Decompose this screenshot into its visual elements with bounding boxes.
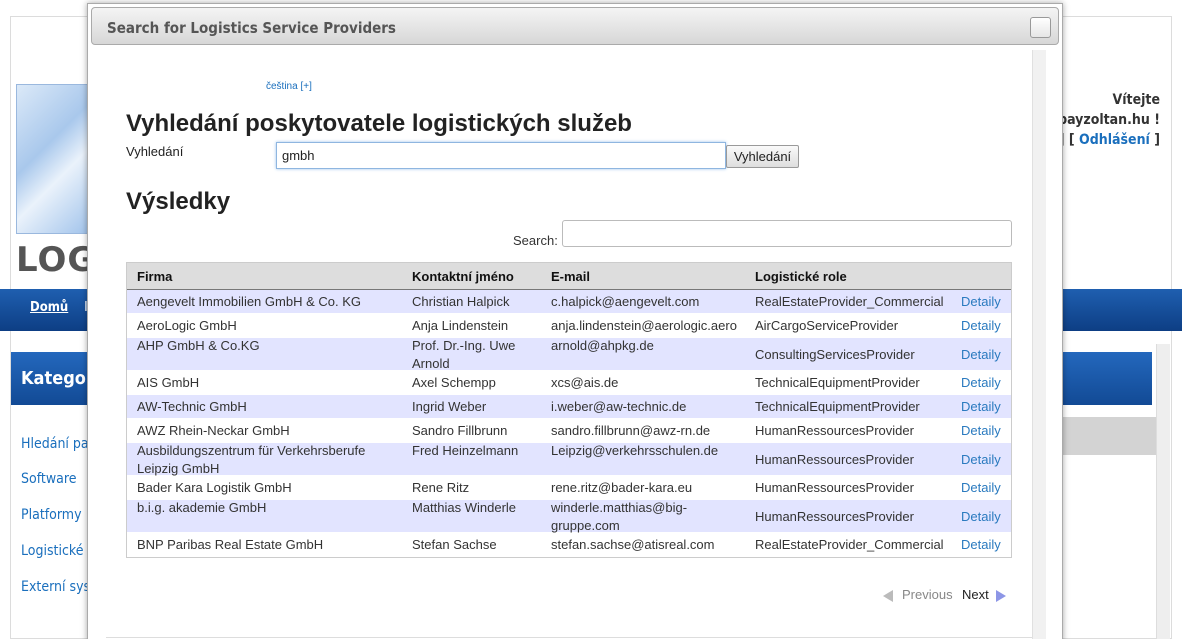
logout-link[interactable]: Odhlášení [1079,132,1150,148]
cell-contact: Prof. Dr.-Ing. Uwe Arnold [412,338,516,371]
sidebar-link[interactable]: Logistické d [21,543,95,559]
cell-email: anja.lindenstein@aerologic.aero [551,318,737,333]
column-header-role[interactable]: Logistické role [755,269,955,284]
cell-email: stefan.sachse@atisreal.com [551,537,715,552]
sidebar-link[interactable]: Platformy [21,507,82,523]
table-row: b.i.g. akademie GmbH Matthias Winderle win… [127,500,1011,533]
cell-role: TechnicalEquipmentProvider [755,399,920,414]
table-header: Firma Kontaktní jméno E-mail Logistické … [127,263,1011,290]
cell-firma: BNP Paribas Real Estate GmbH [137,537,324,552]
cell-role: AirCargoServiceProvider [755,318,899,333]
cell-contact: Anja Lindenstein [412,318,509,333]
divider [106,637,1032,638]
table-search-input[interactable] [562,220,1012,247]
detail-link[interactable]: Detaily [961,508,1001,526]
table-body: Aengevelt Immobilien GmbH & Co. KG Christ… [127,290,1011,557]
cell-role: TechnicalEquipmentProvider [755,375,920,390]
cell-contact: Rene Ritz [412,480,470,495]
search-button[interactable]: Vyhledání [726,145,799,168]
table-row: Ausbildungszentrum für Verkehrsberufe Le… [127,443,1011,476]
cell-firma: Bader Kara Logistik GmbH [137,480,292,495]
cell-email: i.weber@aw-technic.de [551,399,687,414]
table-row: BNP Paribas Real Estate GmbH Stefan Sachs… [127,533,1011,557]
cell-firma: AHP GmbH & Co.KG [137,338,260,353]
cell-firma: AW-Technic GmbH [137,399,247,414]
cell-role: RealEstateProvider_Commercial [755,294,944,309]
sidebar-link[interactable]: Software [21,471,76,487]
previous-button[interactable]: Previous [902,587,953,602]
detail-link[interactable]: Detaily [961,293,1001,311]
next-arrow-icon[interactable] [996,590,1006,602]
detail-link[interactable]: Detaily [961,374,1001,392]
table-row: AeroLogic GmbH Anja Lindenstein anja.linde… [127,314,1011,338]
dialog-titlebar[interactable]: Search for Logistics Service Providers [91,7,1059,45]
search-input[interactable] [276,142,726,169]
table-row: AIS GmbH Axel Schempp xcs@ais.de TechnicalE… [127,371,1011,395]
site-logo-image [16,84,96,234]
detail-link[interactable]: Detaily [961,479,1001,497]
close-icon[interactable] [1030,17,1051,38]
table-search-label: Search: [513,233,558,248]
page-scrollbar[interactable] [1156,344,1170,639]
cell-firma: b.i.g. akademie GmbH [137,500,267,515]
detail-link[interactable]: Detaily [961,346,1001,364]
next-button[interactable]: Next [962,587,989,602]
right-panel-gray [1060,417,1156,455]
cell-contact: Christian Halpick [412,294,510,309]
cell-contact: Matthias Winderle [412,500,517,515]
results-table: Firma Kontaktní jméno E-mail Logistické … [126,262,1012,558]
dialog-scrollbar[interactable] [1032,50,1046,639]
right-panel-header [1060,352,1152,405]
dialog-title: Search for Logistics Service Providers [107,19,396,37]
results-heading: Výsledky [126,188,231,215]
page-title: Vyhledání poskytovatele logistických slu… [126,110,632,137]
cell-role: ConsultingServicesProvider [755,346,915,362]
table-row: AW-Technic GmbH Ingrid Weber i.weber@aw-te… [127,395,1011,419]
cell-email: arnold@ahpkg.de [551,338,654,353]
cell-role: HumanRessourcesProvider [755,480,914,495]
table-row: AHP GmbH & Co.KG Prof. Dr.-Ing. Uwe Arnol… [127,338,1011,371]
search-label: Vyhledání [126,144,184,159]
cell-email: c.halpick@aengevelt.com [551,294,700,309]
cell-role: HumanRessourcesProvider [755,508,914,524]
cell-firma: AIS GmbH [137,375,200,390]
cell-contact: Fred Heinzelmann [412,443,519,458]
cell-email: winderle.matthias@big-gruppe.com [551,500,688,533]
table-row: Bader Kara Logistik GmbH Rene Ritz rene.ri… [127,476,1011,500]
column-header-firma[interactable]: Firma [137,269,407,284]
cell-email: sandro.fillbrunn@awz-rn.de [551,423,711,438]
cell-email: rene.ritz@bader-kara.eu [551,480,693,495]
cell-contact: Stefan Sachse [412,537,497,552]
detail-link[interactable]: Detaily [961,317,1001,335]
cell-role: HumanRessourcesProvider [755,451,914,467]
previous-arrow-icon[interactable] [883,590,893,602]
detail-link[interactable]: Detaily [961,451,1001,469]
detail-link[interactable]: Detaily [961,398,1001,416]
cell-firma: AeroLogic GmbH [137,318,237,333]
detail-link[interactable]: Detaily [961,536,1001,554]
site-logo-text: LOG [16,240,97,280]
cell-firma: Aengevelt Immobilien GmbH & Co. KG [137,294,361,309]
cell-role: RealEstateProvider_Commercial [755,537,944,552]
cell-email: Leipzig@verkehrsschulen.de [551,443,719,458]
cell-firma: AWZ Rhein-Neckar GmbH [137,423,290,438]
sidebar-link[interactable]: Externí syst [21,579,95,595]
column-header-email[interactable]: E-mail [551,269,751,284]
cell-contact: Axel Schempp [412,375,496,390]
language-link[interactable]: čeština [+] [266,81,312,92]
table-row: Aengevelt Immobilien GmbH & Co. KG Christ… [127,290,1011,314]
nav-item-home[interactable]: Domů [30,300,68,315]
table-row: AWZ Rhein-Neckar GmbH Sandro Fillbrunn san… [127,419,1011,443]
cell-firma: Ausbildungszentrum für Verkehrsberufe Le… [137,443,366,476]
cell-role: HumanRessourcesProvider [755,423,914,438]
cell-email: xcs@ais.de [551,375,619,390]
detail-link[interactable]: Detaily [961,422,1001,440]
search-dialog: Search for Logistics Service Providers č… [87,3,1063,639]
cell-contact: Sandro Fillbrunn [412,423,508,438]
cell-contact: Ingrid Weber [412,399,487,414]
column-header-contact[interactable]: Kontaktní jméno [412,269,547,284]
